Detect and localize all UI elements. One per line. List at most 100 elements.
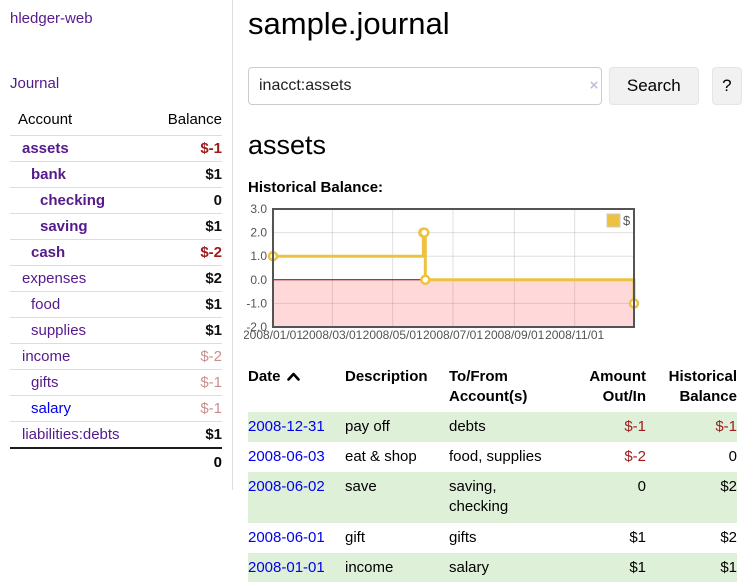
register-header-balance: Historical Balance bbox=[646, 363, 737, 412]
svg-text:2008/11/01: 2008/11/01 bbox=[545, 328, 604, 342]
historical-balance-chart: 3.02.01.00.0-1.0-2.02008/01/012008/03/01… bbox=[244, 202, 644, 342]
account-balance: $1 bbox=[152, 292, 222, 318]
register-date-link[interactable]: 2008-01-01 bbox=[248, 559, 325, 576]
account-balance: 0 bbox=[152, 188, 222, 214]
register-header-description: Description bbox=[345, 363, 449, 412]
register-balance: 0 bbox=[646, 442, 737, 472]
account-row: checking 0 bbox=[10, 188, 222, 214]
register-amount: $-2 bbox=[561, 442, 646, 472]
register-row: 2008-12-31pay offdebts$-1$-1 bbox=[248, 412, 737, 442]
account-balance: $1 bbox=[152, 422, 222, 449]
register-balance: $1 bbox=[646, 553, 737, 582]
svg-text:$: $ bbox=[623, 213, 631, 228]
register-date-link[interactable]: 2008-06-03 bbox=[248, 448, 325, 465]
account-link-gifts[interactable]: gifts bbox=[31, 374, 59, 391]
register-amount: $-1 bbox=[561, 412, 646, 442]
register-header-date[interactable]: Date bbox=[248, 363, 345, 412]
account-link-liabilities-debts[interactable]: liabilities:debts bbox=[22, 426, 120, 443]
account-row: salary $-1 bbox=[10, 396, 222, 422]
account-link-bank[interactable]: bank bbox=[31, 166, 66, 183]
register-description: gift bbox=[345, 523, 449, 553]
account-balance: $1 bbox=[152, 214, 222, 240]
svg-text:2008/05/01: 2008/05/01 bbox=[363, 328, 423, 342]
register-amount: $1 bbox=[561, 523, 646, 553]
help-button[interactable]: ? bbox=[712, 67, 742, 105]
account-heading: assets bbox=[248, 130, 742, 161]
register-balance: $-1 bbox=[646, 412, 737, 442]
register-date-link[interactable]: 2008-12-31 bbox=[248, 418, 325, 435]
register-description: pay off bbox=[345, 412, 449, 442]
register-header-accounts: To/From Account(s) bbox=[449, 363, 561, 412]
svg-text:2.0: 2.0 bbox=[250, 226, 267, 240]
register-table: Date Description To/From Account(s) Amou… bbox=[248, 363, 737, 582]
register-row: 2008-01-01incomesalary$1$1 bbox=[248, 553, 737, 582]
account-link-food[interactable]: food bbox=[31, 296, 60, 313]
register-date-link[interactable]: 2008-06-02 bbox=[248, 478, 325, 495]
search-button[interactable]: Search bbox=[609, 67, 699, 105]
accounts-header-account: Account bbox=[10, 109, 152, 136]
app-title-link[interactable]: hledger-web bbox=[10, 10, 222, 27]
account-balance: $1 bbox=[152, 162, 222, 188]
svg-text:3.0: 3.0 bbox=[250, 202, 267, 216]
register-row: 2008-06-03 eat & shopfood, supplies$-20 bbox=[248, 442, 737, 472]
search-form: × Search ? bbox=[248, 67, 742, 105]
account-link-saving[interactable]: saving bbox=[40, 218, 88, 235]
svg-text:-1.0: -1.0 bbox=[246, 296, 267, 310]
account-link-expenses[interactable]: expenses bbox=[22, 270, 86, 287]
account-balance: $-2 bbox=[152, 240, 222, 266]
search-input[interactable] bbox=[248, 67, 602, 105]
register-date-link[interactable]: 2008-06-01 bbox=[248, 529, 325, 546]
register-description: income bbox=[345, 553, 449, 582]
svg-text:2008/01/01: 2008/01/01 bbox=[244, 328, 303, 342]
register-description: eat & shop bbox=[345, 442, 449, 472]
account-balance: $1 bbox=[152, 318, 222, 344]
register-balance: $2 bbox=[646, 523, 737, 553]
svg-text:2008/03/01: 2008/03/01 bbox=[302, 328, 362, 342]
register-balance: $2 bbox=[646, 472, 737, 523]
register-amount: $1 bbox=[561, 553, 646, 582]
account-link-income[interactable]: income bbox=[22, 348, 70, 365]
account-row: income $-2 bbox=[10, 344, 222, 370]
page-title: sample.journal bbox=[248, 6, 742, 42]
sort-ascending-icon bbox=[287, 369, 300, 386]
svg-text:1.0: 1.0 bbox=[250, 249, 267, 263]
accounts-header-balance: Balance bbox=[152, 109, 222, 136]
account-row: expenses$2 bbox=[10, 266, 222, 292]
register-accounts: salary bbox=[449, 553, 561, 582]
chart-title: Historical Balance: bbox=[248, 179, 742, 196]
accounts-table: Account Balance assets $-1 bank $1 checking 0… bbox=[10, 109, 222, 476]
account-row: cash $-2 bbox=[10, 240, 222, 266]
account-balance: $-2 bbox=[152, 344, 222, 370]
account-row: liabilities:debts $1 bbox=[10, 422, 222, 449]
sidebar: hledger-web Journal Account Balance asse… bbox=[0, 0, 233, 490]
account-link-checking[interactable]: checking bbox=[40, 192, 105, 209]
clear-search-icon[interactable]: × bbox=[585, 77, 603, 94]
main-content: sample.journal × Search ? assets Histori… bbox=[248, 0, 742, 582]
account-link-supplies[interactable]: supplies bbox=[31, 322, 86, 339]
account-row: assets $-1 bbox=[10, 136, 222, 162]
register-amount: 0 bbox=[561, 472, 646, 523]
register-accounts: food, supplies bbox=[449, 442, 561, 472]
hledger-web-page: hledger-web Journal Account Balance asse… bbox=[0, 0, 742, 582]
account-balance: $-1 bbox=[152, 396, 222, 422]
account-row: saving $1 bbox=[10, 214, 222, 240]
register-accounts: saving, checking bbox=[449, 472, 561, 523]
register-row: 2008-06-02 savesaving, checking0$2 bbox=[248, 472, 737, 523]
account-row: food $1 bbox=[10, 292, 222, 318]
svg-text:2008/09/01: 2008/09/01 bbox=[484, 328, 544, 342]
account-row: bank $1 bbox=[10, 162, 222, 188]
register-description: save bbox=[345, 472, 449, 523]
svg-text:2008/07/01: 2008/07/01 bbox=[423, 328, 483, 342]
accounts-total-value: 0 bbox=[152, 448, 222, 476]
register-row: 2008-06-01giftgifts$1$2 bbox=[248, 523, 737, 553]
account-link-cash[interactable]: cash bbox=[31, 244, 65, 261]
account-row: supplies $1 bbox=[10, 318, 222, 344]
register-accounts: debts bbox=[449, 412, 561, 442]
account-link-assets[interactable]: assets bbox=[22, 140, 69, 157]
svg-text:0.0: 0.0 bbox=[250, 273, 267, 287]
account-link-salary[interactable]: salary bbox=[31, 400, 71, 417]
register-header-amount: Amount Out/In bbox=[561, 363, 646, 412]
sidebar-item-journal[interactable]: Journal bbox=[10, 75, 222, 92]
account-balance: $-1 bbox=[152, 370, 222, 396]
account-balance: $-1 bbox=[152, 136, 222, 162]
